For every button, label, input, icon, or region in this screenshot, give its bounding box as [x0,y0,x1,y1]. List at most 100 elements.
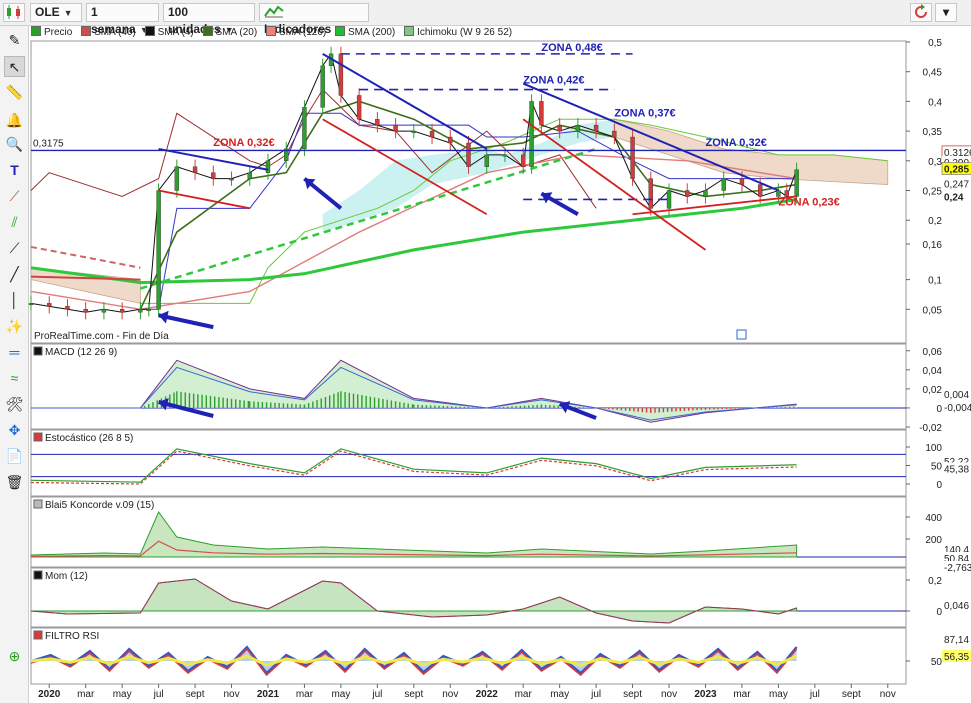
macd-color-icon [33,346,43,356]
x-tick-label: nov [880,689,896,700]
candle-body [138,309,143,313]
zone-label: ZONA 0,32€ [213,137,274,149]
candle-body [484,154,489,167]
candle-body [174,166,180,191]
x-tick-label: 2021 [257,689,280,700]
candle-body [65,306,70,310]
candle-body [47,303,52,307]
candle-body [794,169,799,197]
pane-title: Blai5 Koncorde v.09 (15) [45,500,154,511]
x-tick-label: sept [186,689,205,700]
value-tag: 0,046 [944,601,969,612]
candle-body [502,154,508,157]
y-tick-label: 0,45 [923,68,943,79]
price-tag: 0,285 [944,165,969,176]
x-tick-label: sept [842,689,861,700]
candle-body [721,178,726,191]
price-tag: 0,24 [944,192,964,203]
y-tick-label: 0,35 [923,127,943,138]
rsi-color-icon [33,630,43,640]
x-tick-label: may [769,689,788,700]
y-tick-label: 400 [925,513,942,524]
candle-body [338,53,344,96]
candle-body [211,172,216,179]
y-tick-label: 100 [925,443,942,454]
value-tag: -2,763 [944,563,971,574]
pane-title: MACD (12 26 9) [45,347,117,358]
candle-body [739,178,745,185]
y-tick-label: 50 [931,462,943,473]
value-tag: 45,38 [944,464,969,475]
candle-body [119,309,125,313]
y-tick-label: 0,2 [928,576,942,587]
candle-body [557,124,562,132]
candle-body [156,190,161,310]
mom-color-icon [33,570,43,580]
price-tag: 0,247 [944,179,969,190]
y-tick-label: 0,16 [923,240,943,251]
candle-body [265,160,271,173]
zone-label: ZONA 0,23€ [778,196,839,208]
x-tick-label: 2022 [476,689,499,700]
candle-body [83,309,88,313]
x-tick-label: sept [623,689,642,700]
candle-body [520,154,526,167]
candle-body [575,124,581,132]
x-tick-label: 2023 [694,689,717,700]
x-tick-label: 2020 [38,689,61,700]
x-tick-label: jul [809,689,820,700]
candle-body [302,107,307,150]
chart-canvas[interactable]: 0,5 0,45 0,4 0,35 0,3 0,25 0,2 0,16 0,1 0,05 0,317… [0,0,971,703]
candle-body [393,124,398,132]
y-tick-label: 0,25 [923,187,943,198]
y-tick-label: 50 [931,657,943,668]
x-tick-label: mar [77,689,95,700]
candle-body [593,124,599,132]
candle-body [28,303,34,306]
zone-label: ZONA 0,48€ [541,42,602,54]
pane-title: FILTRO RSI [45,631,99,642]
candle-body [247,172,252,179]
y-tick-label: 0,5 [928,38,942,49]
y-tick-label: 200 [925,535,942,546]
zone-label: ZONA 0,37€ [614,107,675,119]
candle-body [466,142,471,167]
candle-body [375,119,380,126]
stoch-color-icon [33,432,43,442]
y-tick-label: 0,3 [928,157,942,168]
candle-body [685,190,690,197]
candle-body [429,130,435,138]
x-tick-label: jul [371,689,382,700]
branding-label: ProRealTime.com - Fin de Día [33,331,170,342]
notes-icon [736,329,747,340]
y-tick-label: 0,4 [928,97,942,108]
x-tick-label: nov [442,689,458,700]
x-tick-label: jul [590,689,601,700]
value-tag: 87,14 [944,635,969,646]
value-tag: -0,004 [944,403,971,414]
value-tag: 0,004 [944,390,969,401]
y-tick-label: 0,04 [923,366,943,377]
zone-label: ZONA 0,42€ [523,75,584,87]
candle-body [612,130,617,138]
x-tick-label: may [113,689,132,700]
candle-body [648,178,653,209]
y-tick-label: 0 [936,404,942,415]
y-tick-label: 0,1 [928,276,942,287]
candle-body [146,309,151,311]
candle-body [320,65,325,108]
candle-body [539,101,544,126]
candle-body [529,101,534,167]
candle-body [703,190,708,197]
zone-label: ZONA 0,32€ [705,137,766,149]
x-tick-label: jul [153,689,164,700]
candle-body [448,136,453,144]
candle-body [356,95,362,120]
pane-title: Estocástico (26 8 5) [45,433,133,444]
candle-body [757,184,763,197]
y-tick-label: -0,02 [919,423,942,434]
x-tick-label: mar [515,689,533,700]
x-tick-label: nov [661,689,677,700]
y-tick-label: 0,02 [923,385,943,396]
candle-body [101,309,107,313]
